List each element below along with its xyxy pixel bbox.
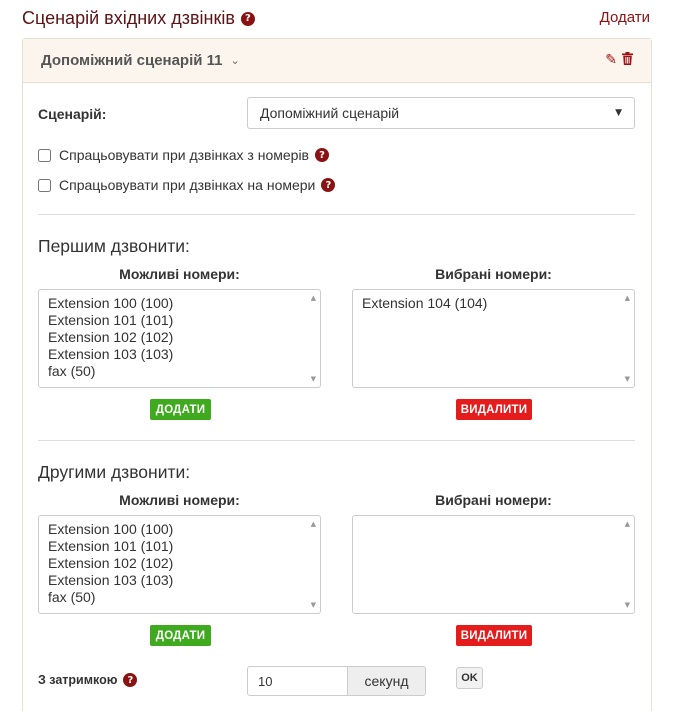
page-title: Сценарій вхідних дзвінків ?: [22, 8, 255, 29]
panel-title: Допоміжний сценарій 11: [41, 52, 223, 69]
check-to-numbers[interactable]: Спрацьовувати при дзвінках на номери ?: [38, 177, 336, 193]
scroll-down-icon[interactable]: ▼: [311, 375, 316, 383]
scroll-up-icon[interactable]: ▲: [311, 294, 316, 302]
scroll-up-icon[interactable]: ▲: [311, 520, 316, 528]
second-remove-button[interactable]: ВИДАЛИТИ: [456, 625, 532, 646]
scenario-select-value: Допоміжний сценарій: [260, 105, 400, 121]
list-item[interactable]: fax (50): [48, 589, 302, 606]
chevron-down-icon: ⌄: [230, 55, 240, 67]
second-selected-label: Вибрані номери:: [435, 492, 552, 508]
second-add-button[interactable]: ДОДАТИ: [150, 625, 211, 646]
list-item[interactable]: Extension 100 (100): [48, 521, 302, 538]
caret-down-icon: ▼: [615, 108, 622, 118]
check-to-numbers-box[interactable]: [38, 178, 51, 192]
second-section-title: Другими дзвонити:: [38, 462, 191, 482]
list-item[interactable]: Extension 103 (103): [48, 572, 302, 589]
check-from-numbers-label: Спрацьовувати при дзвінках з номерів: [59, 147, 309, 163]
divider: [38, 214, 635, 215]
list-item[interactable]: Extension 102 (102): [48, 555, 302, 572]
first-section-title: Першим дзвонити:: [38, 236, 190, 256]
page-title-text: Сценарій вхідних дзвінків: [22, 8, 235, 28]
heading-actions: ✎: [605, 52, 633, 69]
delay-unit: секунд: [347, 666, 426, 696]
help-icon[interactable]: ?: [240, 11, 255, 26]
scroll-down-icon[interactable]: ▼: [625, 601, 630, 609]
help-icon[interactable]: ?: [321, 178, 336, 192]
trash-icon[interactable]: [622, 52, 633, 69]
first-selected-list[interactable]: Extension 104 (104) ▲ ▼: [352, 289, 635, 388]
scenario-label: Сценарій:: [38, 106, 107, 122]
first-remove-button[interactable]: ВИДАЛИТИ: [456, 399, 532, 420]
list-item[interactable]: Extension 102 (102): [48, 329, 302, 346]
delay-input[interactable]: 10: [247, 666, 348, 696]
scroll-up-icon[interactable]: ▲: [625, 520, 630, 528]
second-available-label: Можливі номери:: [119, 492, 240, 508]
help-icon[interactable]: ?: [315, 148, 329, 162]
list-item[interactable]: Extension 101 (101): [48, 312, 302, 329]
list-item[interactable]: Extension 101 (101): [48, 538, 302, 555]
list-item[interactable]: Extension 100 (100): [48, 295, 302, 312]
scroll-down-icon[interactable]: ▼: [625, 375, 630, 383]
first-available-label: Можливі номери:: [119, 266, 240, 282]
second-available-list[interactable]: Extension 100 (100) Extension 101 (101) …: [38, 515, 321, 614]
pencil-icon[interactable]: ✎: [605, 52, 617, 69]
first-available-list[interactable]: Extension 100 (100) Extension 101 (101) …: [38, 289, 321, 388]
check-from-numbers-box[interactable]: [38, 148, 51, 162]
list-item[interactable]: Extension 104 (104): [362, 295, 616, 312]
ok-button[interactable]: OK: [456, 667, 483, 689]
second-selected-list[interactable]: ▲ ▼: [352, 515, 635, 614]
first-add-button[interactable]: ДОДАТИ: [150, 399, 211, 420]
first-selected-label: Вибрані номери:: [435, 266, 552, 282]
delay-label: З затримкою ?: [38, 673, 138, 687]
scroll-up-icon[interactable]: ▲: [625, 294, 630, 302]
panel-title-toggle[interactable]: Допоміжний сценарій 11 ⌄: [41, 52, 240, 69]
check-to-numbers-label: Спрацьовувати при дзвінках на номери: [59, 177, 316, 193]
scroll-down-icon[interactable]: ▼: [311, 601, 316, 609]
delay-label-text: З затримкою: [38, 673, 118, 687]
add-scenario-link[interactable]: Додати: [600, 9, 650, 26]
check-from-numbers[interactable]: Спрацьовувати при дзвінках з номерів ?: [38, 147, 329, 163]
list-item[interactable]: fax (50): [48, 363, 302, 380]
list-item[interactable]: Extension 103 (103): [48, 346, 302, 363]
divider: [38, 440, 635, 441]
scenario-panel: Допоміжний сценарій 11 ⌄ ✎ Сценарій: Доп…: [22, 38, 652, 711]
scenario-select[interactable]: Допоміжний сценарій ▼: [247, 97, 635, 129]
help-icon[interactable]: ?: [123, 673, 138, 687]
panel-heading: Допоміжний сценарій 11 ⌄ ✎: [23, 39, 651, 83]
